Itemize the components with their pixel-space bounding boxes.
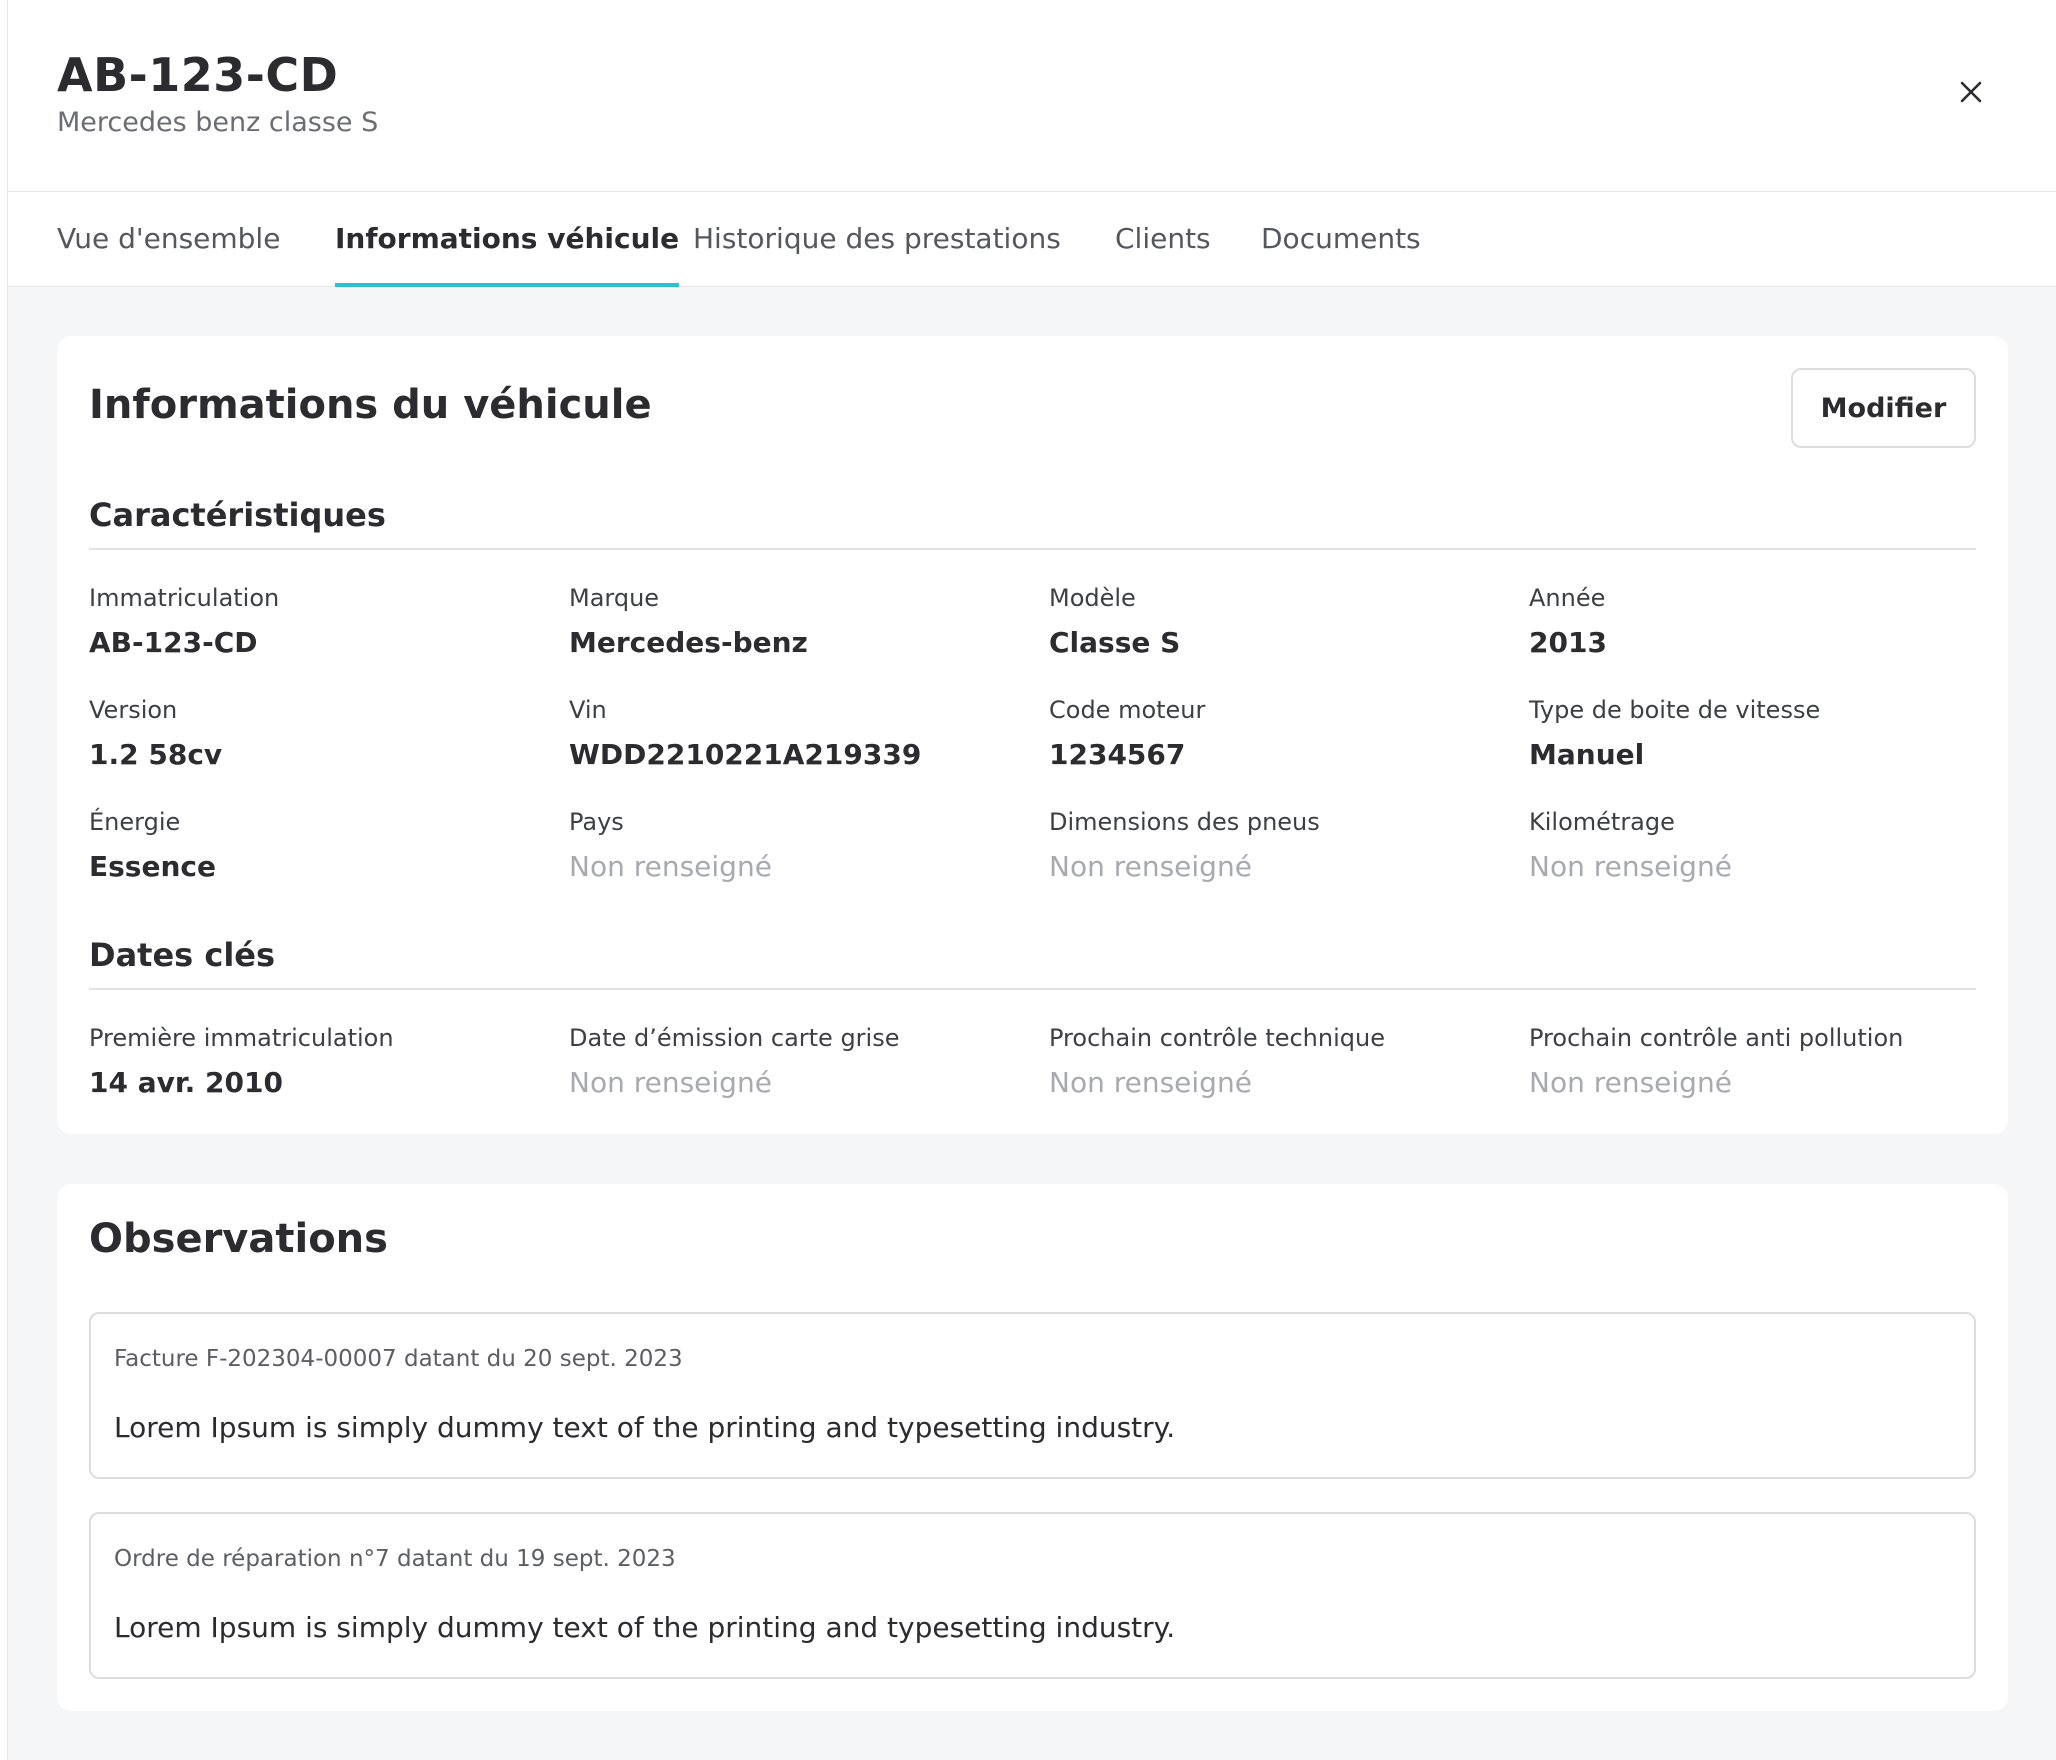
vehicle-panel: AB-123-CD Mercedes benz classe S Vue d'e… [7, 0, 2056, 1760]
field-energie: Énergie Essence [89, 808, 549, 883]
field-value: 2013 [1529, 626, 1607, 659]
page-title: AB-123-CD [57, 48, 339, 102]
field-pays: Pays Non renseigné [569, 808, 1029, 883]
tab-bar: Vue d'ensemble Informations véhicule His… [8, 192, 2056, 287]
field-dimensions-pneus: Dimensions des pneus Non renseigné [1049, 808, 1509, 883]
field-label: Dimensions des pneus [1049, 808, 1320, 836]
field-value: Non renseigné [569, 850, 772, 883]
field-label: Année [1529, 584, 1606, 612]
field-value: Essence [89, 850, 216, 883]
modify-button[interactable]: Modifier [1791, 368, 1976, 448]
field-label: Vin [569, 696, 607, 724]
section-divider [89, 988, 1976, 990]
field-marque: Marque Mercedes-benz [569, 584, 1029, 659]
field-value: Non renseigné [1049, 1066, 1252, 1099]
vehicle-info-card: Informations du véhicule Modifier Caract… [57, 336, 2008, 1134]
field-vin: Vin WDD2210221A219339 [569, 696, 1029, 771]
tab-service-history[interactable]: Historique des prestations [693, 222, 1061, 287]
field-value: Manuel [1529, 738, 1645, 771]
field-value: WDD2210221A219339 [569, 738, 922, 771]
field-label: Kilométrage [1529, 808, 1675, 836]
field-kilometrage: Kilométrage Non renseigné [1529, 808, 1989, 883]
close-button[interactable] [1954, 75, 1988, 109]
observation-text: Lorem Ipsum is simply dummy text of the … [114, 1411, 1176, 1444]
card-title: Informations du véhicule [89, 382, 652, 428]
field-value: AB-123-CD [89, 626, 258, 659]
field-value: Classe S [1049, 626, 1181, 659]
field-value: 14 avr. 2010 [89, 1066, 283, 1099]
field-label: Type de boite de vitesse [1529, 696, 1821, 724]
observation-meta: Ordre de réparation n°7 datant du 19 sep… [114, 1546, 676, 1572]
tab-clients[interactable]: Clients [1115, 222, 1211, 287]
panel-header: AB-123-CD Mercedes benz classe S [8, 0, 2056, 192]
tab-documents[interactable]: Documents [1261, 222, 1421, 287]
field-boite-vitesse: Type de boite de vitesse Manuel [1529, 696, 1989, 771]
field-controle-anti-pollution: Prochain contrôle anti pollution Non ren… [1529, 1024, 1989, 1099]
observation-item: Facture F-202304-00007 datant du 20 sept… [89, 1312, 1976, 1479]
field-annee: Année 2013 [1529, 584, 1989, 659]
field-modele: Modèle Classe S [1049, 584, 1509, 659]
field-label: Énergie [89, 808, 181, 836]
field-emission-carte-grise: Date d’émission carte grise Non renseign… [569, 1024, 1029, 1099]
observation-item: Ordre de réparation n°7 datant du 19 sep… [89, 1512, 1976, 1679]
field-label: Pays [569, 808, 624, 836]
observation-meta: Facture F-202304-00007 datant du 20 sept… [114, 1346, 683, 1372]
field-code-moteur: Code moteur 1234567 [1049, 696, 1509, 771]
field-label: Prochain contrôle technique [1049, 1024, 1385, 1052]
section-title-key-dates: Dates clés [89, 936, 276, 974]
field-label: Code moteur [1049, 696, 1206, 724]
field-value: 1.2 58cv [89, 738, 223, 771]
field-value: Mercedes-benz [569, 626, 808, 659]
tab-overview[interactable]: Vue d'ensemble [57, 222, 280, 287]
field-label: Marque [569, 584, 660, 612]
field-value: Non renseigné [1529, 1066, 1732, 1099]
page-subtitle: Mercedes benz classe S [57, 107, 379, 138]
field-value: 1234567 [1049, 738, 1186, 771]
field-label: Première immatriculation [89, 1024, 394, 1052]
field-label: Modèle [1049, 584, 1136, 612]
field-premiere-immatriculation: Première immatriculation 14 avr. 2010 [89, 1024, 549, 1099]
section-divider [89, 548, 1976, 550]
field-label: Date d’émission carte grise [569, 1024, 900, 1052]
observations-title: Observations [89, 1216, 388, 1262]
field-version: Version 1.2 58cv [89, 696, 549, 771]
field-value: Non renseigné [1049, 850, 1252, 883]
field-value: Non renseigné [569, 1066, 772, 1099]
field-value: Non renseigné [1529, 850, 1732, 883]
field-label: Version [89, 696, 178, 724]
field-immatriculation: Immatriculation AB-123-CD [89, 584, 549, 659]
section-title-characteristics: Caractéristiques [89, 496, 386, 534]
field-label: Prochain contrôle anti pollution [1529, 1024, 1904, 1052]
tab-vehicle-info[interactable]: Informations véhicule [335, 222, 680, 287]
field-label: Immatriculation [89, 584, 280, 612]
observations-card: Observations Facture F-202304-00007 data… [57, 1184, 2008, 1711]
close-icon [1960, 81, 1982, 103]
field-controle-technique: Prochain contrôle technique Non renseign… [1049, 1024, 1509, 1099]
observation-text: Lorem Ipsum is simply dummy text of the … [114, 1611, 1176, 1644]
